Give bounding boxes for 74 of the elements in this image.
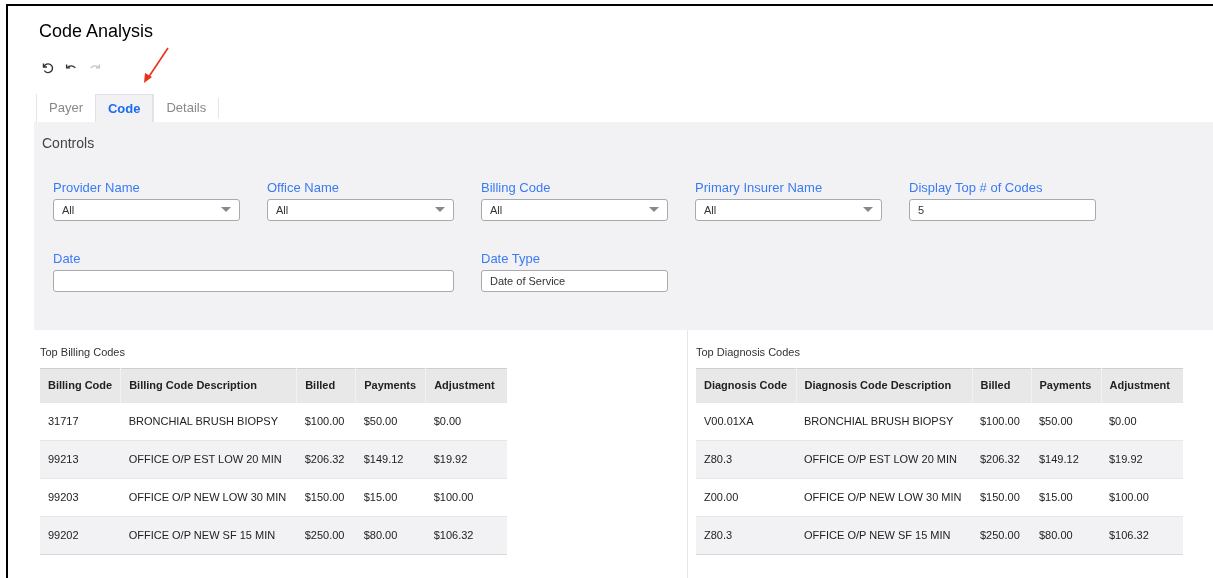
tab[interactable]: Code	[94, 94, 154, 122]
table-cell: $80.00	[355, 516, 426, 554]
column-header[interactable]: Payments	[1031, 368, 1101, 402]
column-header[interactable]: Diagnosis Code	[696, 368, 796, 402]
date-field[interactable]	[53, 270, 454, 292]
dropdown[interactable]: All	[695, 199, 882, 221]
caret-icon	[649, 207, 659, 213]
table-cell: $100.00	[425, 478, 507, 516]
page-title: Code Analysis	[39, 20, 154, 43]
table-cell: $19.92	[1101, 440, 1183, 478]
table-cell: OFFICE O/P EST LOW 20 MIN	[796, 440, 972, 478]
table-cell: OFFICE O/P NEW LOW 30 MIN	[120, 478, 297, 516]
field-label: Display Top # of Codes	[909, 180, 1044, 196]
table-cell: $250.00	[972, 516, 1031, 554]
table-cell: V00.01XA	[696, 402, 796, 440]
table-cell: 99202	[40, 516, 121, 554]
input-field[interactable]: 5	[909, 199, 1096, 221]
table-cell: Z80.3	[696, 440, 796, 478]
panel-title: Controls	[42, 134, 95, 153]
table-cell: 99213	[40, 440, 121, 478]
table-cell: $206.32	[296, 440, 356, 478]
table-cell: $0.00	[425, 402, 507, 440]
table-cell: $19.92	[425, 440, 507, 478]
column-header[interactable]: Billing Code Description	[120, 368, 297, 402]
table-cell: OFFICE O/P NEW SF 15 MIN	[796, 516, 972, 554]
table-title: Top Billing Codes	[40, 345, 126, 360]
table-cell: Z00.00	[696, 478, 796, 516]
column-header[interactable]: Payments	[355, 368, 426, 402]
table-cell: $100.00	[1101, 478, 1183, 516]
table-cell: $15.00	[1031, 478, 1101, 516]
table-cell: $100.00	[296, 402, 356, 440]
table-cell: $250.00	[296, 516, 356, 554]
table-cell: $80.00	[1031, 516, 1101, 554]
dropdown[interactable]: All	[53, 199, 240, 221]
table-cell: $150.00	[296, 478, 356, 516]
column-header[interactable]: Billed	[296, 368, 356, 402]
table-cell: Z80.3	[696, 516, 796, 554]
field-label: Billing Code	[481, 180, 552, 196]
table-cell: $100.00	[972, 402, 1031, 440]
table-cell: $50.00	[355, 402, 426, 440]
table-cell: $50.00	[1031, 402, 1101, 440]
input-field[interactable]: Date of Service	[481, 270, 668, 292]
refresh-icon[interactable]	[40, 60, 54, 74]
column-header[interactable]: Diagnosis Code Description	[796, 368, 972, 402]
dropdown[interactable]: All	[481, 199, 668, 221]
table-cell: 31717	[40, 402, 121, 440]
table-cell: OFFICE O/P NEW SF 15 MIN	[120, 516, 297, 554]
column-header[interactable]: Billed	[972, 368, 1031, 402]
table-title: Top Diagnosis Codes	[696, 345, 801, 360]
table-cell: $206.32	[972, 440, 1031, 478]
field-label: Date Type	[481, 251, 542, 267]
table-cell: $15.00	[355, 478, 426, 516]
table-cell: BRONCHIAL BRUSH BIOPSY	[796, 402, 972, 440]
table-cell: $150.00	[972, 478, 1031, 516]
field-label: Primary Insurer Name	[695, 180, 824, 196]
table-cell: OFFICE O/P EST LOW 20 MIN	[120, 440, 297, 478]
table-cell: BRONCHIAL BRUSH BIOPSY	[120, 402, 297, 440]
dropdown[interactable]: All	[267, 199, 454, 221]
table-cell: $0.00	[1101, 402, 1183, 440]
column-header[interactable]: Adjustment	[425, 368, 507, 402]
column-header[interactable]: Billing Code	[40, 368, 121, 402]
table-cell: 99203	[40, 478, 121, 516]
table-cell: $149.12	[355, 440, 426, 478]
field-label: Office Name	[267, 180, 340, 196]
column-header[interactable]: Adjustment	[1101, 368, 1183, 402]
field-label: Provider Name	[53, 180, 141, 196]
table-cell: $106.32	[1101, 516, 1183, 554]
table-cell: OFFICE O/P NEW LOW 30 MIN	[796, 478, 972, 516]
caret-icon	[863, 207, 873, 213]
field-label: Date	[53, 251, 82, 267]
table-cell: $149.12	[1031, 440, 1101, 478]
table-cell: $106.32	[425, 516, 507, 554]
caret-icon	[221, 207, 231, 213]
caret-icon	[435, 207, 445, 213]
